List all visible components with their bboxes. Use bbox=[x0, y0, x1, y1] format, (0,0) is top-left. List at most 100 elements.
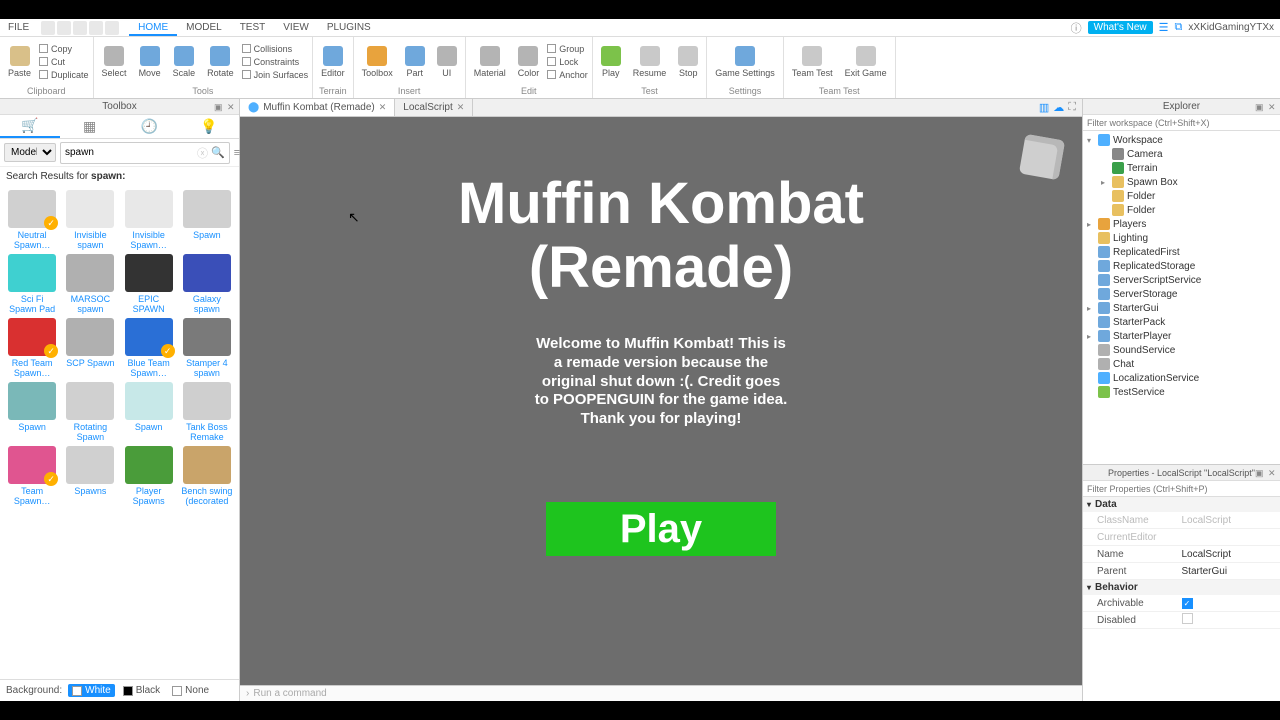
ribbon-tab-home[interactable]: HOME bbox=[129, 20, 177, 36]
username[interactable]: xXKidGamingYTXx bbox=[1188, 22, 1274, 33]
tree-item-soundservice[interactable]: SoundService bbox=[1083, 343, 1280, 357]
close-icon[interactable]: ✕ bbox=[1268, 102, 1278, 112]
properties-filter[interactable] bbox=[1083, 481, 1280, 496]
pin-icon[interactable]: ▣ bbox=[1255, 468, 1265, 478]
stop-button[interactable]: Stop bbox=[674, 46, 702, 78]
asset-item[interactable]: Bench swing (decorated bbox=[179, 446, 235, 506]
prop-category[interactable]: ▾Data bbox=[1083, 497, 1280, 512]
asset-item[interactable]: Invisible spawn bbox=[62, 190, 118, 250]
tab-inventory[interactable]: ▦ bbox=[60, 115, 120, 138]
prop-disabled[interactable]: Disabled bbox=[1083, 612, 1280, 629]
collisions-option[interactable]: Collisions bbox=[242, 43, 309, 55]
help-icon[interactable]: ⓘ bbox=[1071, 20, 1082, 36]
prop-parent[interactable]: ParentStarterGui bbox=[1083, 563, 1280, 580]
part-button[interactable]: Part bbox=[401, 46, 429, 78]
tree-item-starterpack[interactable]: StarterPack bbox=[1083, 315, 1280, 329]
tree-item-terrain[interactable]: Terrain bbox=[1083, 161, 1280, 175]
asset-item[interactable]: EPIC SPAWN bbox=[121, 254, 177, 314]
asset-item[interactable]: Spawn bbox=[4, 382, 60, 442]
pin-icon[interactable]: ▣ bbox=[1255, 102, 1265, 112]
toolbox-button[interactable]: Toolbox bbox=[358, 46, 397, 78]
view-gizmo[interactable] bbox=[1019, 134, 1065, 180]
exit-game-button[interactable]: Exit Game bbox=[841, 46, 891, 78]
cut-option[interactable]: Cut bbox=[39, 56, 89, 68]
editor-button[interactable]: Editor bbox=[317, 46, 349, 78]
asset-item[interactable]: ✓Team Spawn… bbox=[4, 446, 60, 506]
move-button[interactable]: Move bbox=[135, 46, 165, 78]
tree-item-lighting[interactable]: Lighting bbox=[1083, 231, 1280, 245]
tree-item-replicatedstorage[interactable]: ReplicatedStorage bbox=[1083, 259, 1280, 273]
tab-marketplace[interactable]: 🛒 bbox=[0, 115, 60, 138]
tree-item-players[interactable]: ▸Players bbox=[1083, 217, 1280, 231]
tree-item-serverstorage[interactable]: ServerStorage bbox=[1083, 287, 1280, 301]
color-button[interactable]: Color bbox=[514, 46, 544, 78]
asset-item[interactable]: Stamper 4 spawn bbox=[179, 318, 235, 378]
search-input[interactable] bbox=[65, 147, 197, 158]
join-surfaces-option[interactable]: Join Surfaces bbox=[242, 69, 309, 81]
bg-option-black[interactable]: Black bbox=[119, 684, 164, 697]
tree-item-folder[interactable]: Folder bbox=[1083, 189, 1280, 203]
search-icon[interactable]: 🔍 bbox=[211, 146, 225, 159]
qat-btn[interactable] bbox=[105, 21, 119, 35]
feedback-icon[interactable]: ☰ bbox=[1159, 21, 1169, 34]
tab-create[interactable]: 💡 bbox=[179, 115, 239, 138]
asset-item[interactable]: Tank Boss Remake bbox=[179, 382, 235, 442]
rotate-button[interactable]: Rotate bbox=[203, 46, 238, 78]
play-button[interactable]: Play bbox=[597, 46, 625, 78]
asset-item[interactable]: SCP Spawn bbox=[62, 318, 118, 378]
tab-recent[interactable]: 🕘 bbox=[120, 115, 180, 138]
close-icon[interactable]: ✕ bbox=[1268, 468, 1278, 478]
asset-item[interactable]: Spawns bbox=[62, 446, 118, 506]
close-icon[interactable]: ✕ bbox=[379, 102, 387, 113]
qat-btn[interactable] bbox=[89, 21, 103, 35]
tree-item-replicatedfirst[interactable]: ReplicatedFirst bbox=[1083, 245, 1280, 259]
copy-option[interactable]: Copy bbox=[39, 43, 89, 55]
asset-item[interactable]: Spawn bbox=[121, 382, 177, 442]
asset-item[interactable]: ✓Blue Team Spawn… bbox=[121, 318, 177, 378]
asset-item[interactable]: Rotating Spawn bbox=[62, 382, 118, 442]
ribbon-tab-test[interactable]: TEST bbox=[231, 20, 275, 36]
tree-item-chat[interactable]: Chat bbox=[1083, 357, 1280, 371]
ribbon-tab-plugins[interactable]: PLUGINS bbox=[318, 20, 380, 36]
close-icon[interactable]: ✕ bbox=[457, 102, 465, 113]
prop-archivable[interactable]: Archivable✓ bbox=[1083, 595, 1280, 612]
view-icon[interactable]: ☁ bbox=[1053, 101, 1064, 114]
asset-item[interactable]: Spawn bbox=[179, 190, 235, 250]
asset-item[interactable]: Player Spawns bbox=[121, 446, 177, 506]
explorer-filter[interactable] bbox=[1083, 115, 1280, 130]
qat-btn[interactable] bbox=[73, 21, 87, 35]
ribbon-tab-model[interactable]: MODEL bbox=[177, 20, 231, 36]
resume-button[interactable]: Resume bbox=[629, 46, 671, 78]
asset-item[interactable]: ✓Red Team Spawn… bbox=[4, 318, 60, 378]
file-menu[interactable]: FILE bbox=[0, 22, 37, 33]
anchor-option[interactable]: Anchor bbox=[547, 69, 588, 81]
play-button[interactable]: Play bbox=[546, 502, 776, 556]
bg-option-white[interactable]: White bbox=[68, 684, 115, 697]
constraints-option[interactable]: Constraints bbox=[242, 56, 309, 68]
view-icon[interactable]: ▥ bbox=[1039, 101, 1049, 114]
tree-item-localizationservice[interactable]: LocalizationService bbox=[1083, 371, 1280, 385]
category-select[interactable]: Models bbox=[4, 143, 56, 162]
asset-item[interactable]: ✓Neutral Spawn… bbox=[4, 190, 60, 250]
tree-item-workspace[interactable]: ▾Workspace bbox=[1083, 133, 1280, 147]
material-button[interactable]: Material bbox=[470, 46, 510, 78]
qat-btn[interactable] bbox=[41, 21, 55, 35]
game-settings-button[interactable]: Game Settings bbox=[711, 46, 779, 78]
asset-item[interactable]: MARSOC spawn bbox=[62, 254, 118, 314]
asset-item[interactable]: Invisible Spawn… bbox=[121, 190, 177, 250]
select-button[interactable]: Select bbox=[98, 46, 131, 78]
expand-icon[interactable]: ⛶ bbox=[1068, 101, 1076, 114]
asset-item[interactable]: Sci Fi Spawn Pad bbox=[4, 254, 60, 314]
duplicate-option[interactable]: Duplicate bbox=[39, 69, 89, 81]
tree-item-folder[interactable]: Folder bbox=[1083, 203, 1280, 217]
team-test-button[interactable]: Team Test bbox=[788, 46, 837, 78]
prop-name[interactable]: NameLocalScript bbox=[1083, 546, 1280, 563]
clear-icon[interactable]: ⓧ bbox=[197, 145, 208, 161]
pin-icon[interactable]: ▣ bbox=[214, 102, 224, 112]
bg-option-none[interactable]: None bbox=[168, 684, 213, 697]
whats-new-button[interactable]: What's New bbox=[1088, 21, 1153, 34]
share-icon[interactable]: ⧉ bbox=[1175, 21, 1183, 34]
tree-item-serverscriptservice[interactable]: ServerScriptService bbox=[1083, 273, 1280, 287]
tree-item-spawn-box[interactable]: ▸Spawn Box bbox=[1083, 175, 1280, 189]
tree-item-testservice[interactable]: TestService bbox=[1083, 385, 1280, 399]
